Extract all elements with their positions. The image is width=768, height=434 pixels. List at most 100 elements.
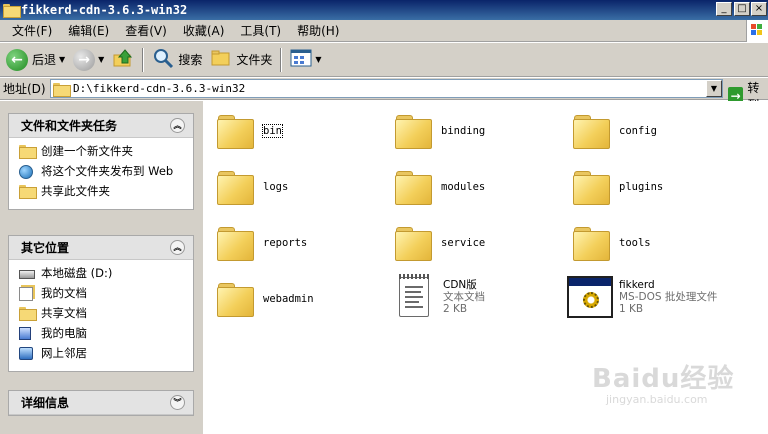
- back-arrow-icon: ←: [6, 48, 28, 71]
- panel-title: 详细信息: [21, 396, 70, 410]
- menu-bar: 文件(F) 编辑(E) 查看(V) 收藏(A) 工具(T) 帮助(H): [0, 20, 768, 42]
- folder-icon: [395, 227, 432, 261]
- folders-label: 文件夹: [236, 53, 273, 67]
- file-type: MS-DOS 批处理文件: [619, 291, 718, 303]
- folder-icon: [217, 171, 254, 205]
- forward-arrow-icon: →: [73, 48, 96, 71]
- forward-button[interactable]: → ▼: [69, 46, 108, 74]
- details-header[interactable]: 详细信息 ︾: [9, 391, 193, 415]
- place-label: 网上邻居: [41, 346, 87, 360]
- file-name: bin: [262, 124, 283, 138]
- place-shared-documents[interactable]: 共享文档: [19, 305, 187, 325]
- place-label: 我的电脑: [41, 326, 87, 340]
- folder-icon: [3, 4, 21, 18]
- back-button[interactable]: ← 后退 ▼: [2, 46, 69, 74]
- address-path: D:\fikkerd-cdn-3.6.3-win32: [73, 82, 246, 95]
- address-dropdown-icon[interactable]: ▼: [706, 80, 722, 97]
- title-bar: fikkerd-cdn-3.6.3-win32 _ □ ×: [0, 0, 768, 20]
- file-name: tools: [619, 237, 651, 249]
- file-item[interactable]: bin: [217, 107, 283, 155]
- close-button[interactable]: ×: [751, 2, 767, 16]
- task-label: 共享此文件夹: [41, 184, 110, 198]
- file-name: modules: [441, 181, 486, 193]
- place-my-computer[interactable]: 我的电脑: [19, 325, 187, 345]
- folder-icon: [217, 227, 254, 261]
- collapse-chevron-icon[interactable]: ︽: [170, 240, 185, 255]
- details-panel: 详细信息 ︾: [8, 390, 194, 416]
- documents-icon: [19, 287, 35, 301]
- place-local-disk[interactable]: 本地磁盘 (D:): [19, 265, 187, 285]
- file-tasks-header[interactable]: 文件和文件夹任务 ︽: [9, 114, 193, 138]
- file-item[interactable]: config: [573, 107, 657, 155]
- place-network[interactable]: 网上邻居: [19, 345, 187, 365]
- back-dropdown-icon[interactable]: ▼: [59, 55, 65, 64]
- file-item[interactable]: service: [395, 219, 485, 267]
- forward-dropdown-icon[interactable]: ▼: [98, 55, 104, 64]
- minimize-button[interactable]: _: [716, 2, 732, 16]
- menu-tools[interactable]: 工具(T): [232, 22, 289, 39]
- place-my-documents[interactable]: 我的文档: [19, 285, 187, 305]
- menu-file[interactable]: 文件(F): [4, 22, 60, 39]
- task-new-folder[interactable]: 创建一个新文件夹: [19, 143, 187, 163]
- file-item[interactable]: CDN版 文本文档 2 KB: [399, 273, 485, 321]
- menu-view[interactable]: 查看(V): [117, 22, 175, 39]
- folder-icon: [573, 227, 610, 261]
- file-name: plugins: [619, 181, 664, 193]
- search-label: 搜索: [178, 53, 203, 67]
- file-tasks-panel: 文件和文件夹任务 ︽ 创建一个新文件夹 将这个文件夹发布到 Web 共享此文件夹: [8, 113, 194, 210]
- address-label: 地址(D): [3, 82, 46, 96]
- expand-chevron-icon[interactable]: ︾: [170, 395, 185, 410]
- file-size: 2 KB: [443, 303, 468, 315]
- file-name: fikkerd: [619, 279, 655, 291]
- address-bar: 地址(D) D:\fikkerd-cdn-3.6.3-win32 ▼ → 转到: [0, 78, 768, 112]
- folder-icon: [217, 115, 254, 149]
- window-title: fikkerd-cdn-3.6.3-win32: [21, 3, 188, 17]
- views-icon: [290, 48, 312, 71]
- windows-logo-icon: [746, 20, 768, 42]
- menu-help[interactable]: 帮助(H): [289, 22, 347, 39]
- search-button[interactable]: 搜索: [148, 46, 206, 74]
- maximize-button[interactable]: □: [734, 2, 750, 16]
- folder-up-icon: [112, 47, 134, 72]
- views-button[interactable]: ▼: [286, 46, 325, 74]
- file-name: logs: [263, 181, 289, 193]
- globe-icon: [19, 165, 35, 179]
- new-folder-icon: [19, 145, 37, 159]
- search-icon: [152, 47, 174, 72]
- place-label: 我的文档: [41, 286, 87, 300]
- task-share-folder[interactable]: 共享此文件夹: [19, 183, 187, 203]
- file-name: binding: [441, 125, 486, 137]
- file-item[interactable]: modules: [395, 163, 485, 211]
- file-item[interactable]: reports: [217, 219, 307, 267]
- task-publish-web[interactable]: 将这个文件夹发布到 Web: [19, 163, 187, 183]
- file-type: 文本文档: [443, 291, 485, 303]
- file-name: service: [441, 237, 486, 249]
- back-label: 后退: [32, 53, 57, 67]
- collapse-chevron-icon[interactable]: ︽: [170, 118, 185, 133]
- menu-favorites[interactable]: 收藏(A): [175, 22, 233, 39]
- up-button[interactable]: [108, 46, 138, 74]
- file-item[interactable]: webadmin: [217, 275, 314, 323]
- folder-icon: [395, 171, 432, 205]
- text-document-icon: [399, 274, 429, 317]
- file-item[interactable]: logs: [217, 163, 288, 211]
- toolbar-separator: [142, 47, 145, 72]
- batch-file-icon: [567, 276, 613, 318]
- folder-icon: [19, 307, 37, 321]
- file-item[interactable]: binding: [395, 107, 485, 155]
- folders-button[interactable]: 文件夹: [206, 46, 276, 74]
- file-name: CDN版: [443, 279, 477, 291]
- task-label: 创建一个新文件夹: [41, 144, 133, 158]
- address-input[interactable]: D:\fikkerd-cdn-3.6.3-win32 ▼: [50, 79, 723, 98]
- place-label: 共享文档: [41, 306, 87, 320]
- other-places-header[interactable]: 其它位置 ︽: [9, 236, 193, 260]
- file-name: reports: [263, 237, 308, 249]
- computer-icon: [19, 327, 35, 341]
- file-item[interactable]: fikkerd MS-DOS 批处理文件 1 KB: [567, 273, 717, 321]
- views-dropdown-icon[interactable]: ▼: [315, 55, 321, 64]
- folder-icon: [573, 171, 610, 205]
- toolbar-separator: [280, 47, 283, 72]
- menu-edit[interactable]: 编辑(E): [60, 22, 117, 39]
- file-item[interactable]: tools: [573, 219, 651, 267]
- file-item[interactable]: plugins: [573, 163, 663, 211]
